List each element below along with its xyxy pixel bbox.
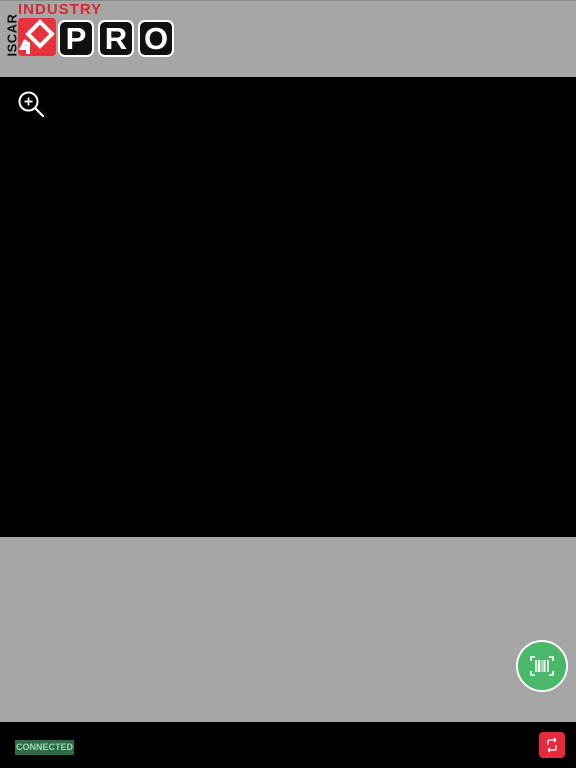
sync-icon xyxy=(547,737,557,753)
logo-letter-r: R xyxy=(98,20,134,57)
content-area xyxy=(0,537,576,722)
zoom-in-icon[interactable] xyxy=(17,90,45,118)
logo-industry-text: INDUSTRY xyxy=(18,1,103,18)
logo-letter-p: P xyxy=(58,20,94,57)
logo-4-0-graphic xyxy=(18,19,55,54)
status-bar: CONNECTED xyxy=(0,722,576,768)
logo-4-0-badge xyxy=(18,18,56,56)
camera-preview[interactable] xyxy=(0,77,576,537)
scan-barcode-button[interactable] xyxy=(516,640,568,692)
app-header: ISCAR INDUSTRY P R O xyxy=(0,0,576,77)
connection-status: CONNECTED xyxy=(15,740,75,755)
iscar-industry-pro-logo: ISCAR INDUSTRY P R O xyxy=(2,1,178,61)
barcode-scan-icon xyxy=(530,656,554,676)
logo-letter-o: O xyxy=(138,20,174,57)
sync-button[interactable] xyxy=(539,732,565,758)
